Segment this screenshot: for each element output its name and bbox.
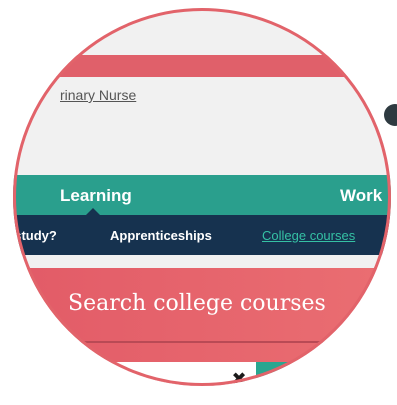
search-title: Search college courses bbox=[68, 291, 326, 316]
header-stripe bbox=[13, 55, 391, 77]
subnav-study[interactable]: l study? bbox=[13, 228, 57, 243]
magnifier-lens: rinary Nurse Learning Work l study? Appr… bbox=[13, 8, 391, 386]
target-icon bbox=[267, 373, 279, 385]
subnav-college-courses[interactable]: College courses bbox=[262, 228, 355, 243]
secondary-nav: l study? Apprenticeships College courses bbox=[13, 215, 391, 255]
subnav-apprenticeships[interactable]: Apprenticeships bbox=[110, 228, 212, 243]
primary-nav: Learning Work bbox=[13, 175, 391, 215]
search-section: Search college courses ✖ bbox=[13, 268, 391, 386]
close-icon[interactable]: ✖ bbox=[228, 368, 250, 386]
nav-active-caret-icon bbox=[86, 208, 100, 215]
search-submit-button[interactable] bbox=[256, 362, 290, 386]
search-divider bbox=[13, 341, 391, 343]
nav-work[interactable]: Work bbox=[340, 186, 382, 206]
magnified-screenshot: rinary Nurse Learning Work l study? Appr… bbox=[0, 0, 397, 405]
profile-link[interactable]: rinary Nurse bbox=[60, 87, 136, 103]
page-indicator-dot bbox=[384, 104, 397, 126]
nav-learning[interactable]: Learning bbox=[60, 186, 132, 206]
